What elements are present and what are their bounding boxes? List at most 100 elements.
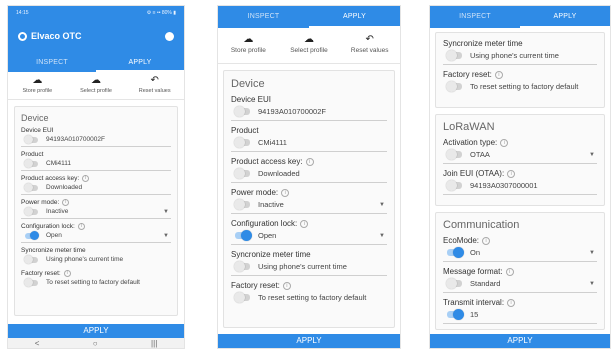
info-icon[interactable]: i xyxy=(300,219,309,228)
sync-time-field[interactable]: Using phone's current time xyxy=(21,254,171,266)
join-eui-label: Join EUI (OTAA): i xyxy=(443,169,597,178)
sync-time-toggle[interactable] xyxy=(24,255,38,264)
account-icon[interactable] xyxy=(165,31,174,41)
cloud-upload-icon: ☁ xyxy=(32,75,43,86)
tab-inspect[interactable]: INSPECT xyxy=(8,52,96,72)
activation-type-select[interactable]: OTAA ▼ xyxy=(443,147,597,164)
power-mode-select[interactable]: Inactive ▼ xyxy=(231,197,387,214)
sync-time-field[interactable]: Using phone's current time xyxy=(231,259,387,276)
device-eui-field[interactable]: 94193A010700002F xyxy=(231,104,387,121)
factory-reset-toggle[interactable] xyxy=(234,292,250,303)
ecomode-toggle[interactable] xyxy=(447,247,464,258)
tab-apply[interactable]: APPLY xyxy=(309,6,400,28)
access-key-toggle[interactable] xyxy=(24,183,38,192)
product-toggle[interactable] xyxy=(234,137,250,148)
lorawan-section-title: LoRaWAN xyxy=(443,121,495,133)
back-icon[interactable]: < xyxy=(35,339,40,348)
info-icon[interactable]: i xyxy=(77,223,85,230)
power-mode-toggle[interactable] xyxy=(24,207,38,216)
info-icon[interactable]: i xyxy=(500,138,509,147)
store-profile-button[interactable]: ☁ Store profile xyxy=(8,72,67,99)
info-icon[interactable]: i xyxy=(282,281,291,290)
config-lock-toggle[interactable] xyxy=(235,230,252,241)
tab-apply[interactable]: APPLY xyxy=(96,52,184,72)
access-key-field[interactable]: Downloaded xyxy=(21,182,171,195)
info-icon[interactable]: i xyxy=(505,267,514,276)
join-eui-toggle[interactable] xyxy=(446,180,462,191)
factory-reset-field[interactable]: To reset setting to factory default xyxy=(231,290,387,306)
reset-values-button[interactable]: ↶ Reset values xyxy=(339,28,400,63)
device-eui-toggle[interactable] xyxy=(234,106,250,117)
status-icons: ⚙ ≡ •• 80% ▮ xyxy=(146,10,176,16)
info-icon[interactable]: i xyxy=(494,70,503,79)
info-icon[interactable]: i xyxy=(63,270,71,277)
config-lock-select[interactable]: Open ▼ xyxy=(21,230,171,243)
activation-type-toggle[interactable] xyxy=(446,149,462,160)
product-label: Product xyxy=(21,151,44,158)
select-profile-button[interactable]: ☁ Select profile xyxy=(279,28,340,63)
select-profile-button[interactable]: ☁ Select profile xyxy=(67,72,126,99)
power-mode-text: Power mode: xyxy=(231,188,279,197)
power-mode-select[interactable]: Inactive ▼ xyxy=(21,206,171,219)
product-field[interactable]: CMi4111 xyxy=(21,158,171,171)
tab-bar: INSPECT APPLY xyxy=(430,6,610,28)
config-lock-toggle[interactable] xyxy=(25,231,39,240)
tab-apply[interactable]: APPLY xyxy=(520,6,610,28)
join-eui-field[interactable]: 94193A0307000001 xyxy=(443,178,597,195)
home-icon[interactable]: ○ xyxy=(93,339,98,348)
power-mode-text: Power mode: xyxy=(21,199,60,206)
app-logo-icon xyxy=(18,31,27,41)
store-profile-button[interactable]: ☁ Store profile xyxy=(218,28,279,63)
factory-reset-field[interactable]: To reset setting to factory default xyxy=(443,79,597,95)
chevron-down-icon: ▼ xyxy=(379,232,385,239)
sync-time-toggle[interactable] xyxy=(234,261,250,272)
apply-button[interactable]: APPLY xyxy=(218,334,400,348)
info-icon[interactable]: i xyxy=(482,236,491,245)
power-mode-toggle[interactable] xyxy=(234,199,250,210)
access-key-field[interactable]: Downloaded xyxy=(231,166,387,183)
sync-time-field[interactable]: Using phone's current time xyxy=(443,48,597,65)
product-value: CMi4111 xyxy=(258,138,287,147)
info-icon[interactable]: i xyxy=(507,298,516,307)
device-eui-toggle[interactable] xyxy=(24,135,38,144)
factory-reset-field[interactable]: To reset setting to factory default xyxy=(21,277,171,289)
info-icon[interactable]: i xyxy=(62,199,70,206)
undo-icon: ↶ xyxy=(150,75,159,86)
factory-reset-label: Factory reset: i xyxy=(443,70,597,79)
transmit-interval-value: 15 xyxy=(470,310,479,319)
lorawan-card: LoRaWAN Activation type: i OTAA ▼ Join EUI… xyxy=(435,114,605,206)
device-eui-label: Device EUI xyxy=(21,127,54,134)
device-card: Device Device EUI 94193A010700002F Produ… xyxy=(223,70,395,328)
product-field[interactable]: CMi4111 xyxy=(231,135,387,152)
device-card: Device Device EUI 94193A010700002F Produ… xyxy=(14,106,178,316)
apply-button[interactable]: APPLY xyxy=(8,324,184,338)
factory-reset-toggle[interactable] xyxy=(24,278,38,287)
product-toggle[interactable] xyxy=(24,159,38,168)
factory-reset-value: To reset setting to factory default xyxy=(470,82,579,91)
device-eui-field[interactable]: 94193A010700002F xyxy=(21,134,171,147)
toolbar: ☁ Store profile ☁ Select profile ↶ Reset va… xyxy=(8,72,184,100)
ecomode-select[interactable]: On ▼ xyxy=(443,245,597,262)
transmit-interval-toggle[interactable] xyxy=(447,309,464,320)
info-icon[interactable]: i xyxy=(82,175,90,182)
sync-time-label: Syncronize meter time xyxy=(21,247,86,254)
power-mode-value: Inactive xyxy=(46,208,69,215)
message-format-value: Standard xyxy=(470,279,501,288)
transmit-interval-field[interactable]: 15 xyxy=(443,307,597,324)
sync-time-toggle[interactable] xyxy=(446,50,462,61)
config-lock-label: Configuration lock: i xyxy=(21,223,171,230)
message-format-select[interactable]: Standard ▼ xyxy=(443,276,597,293)
info-icon[interactable]: i xyxy=(507,169,516,178)
status-bar: 14:15 ⚙ ≡ •• 80% ▮ xyxy=(8,6,184,20)
factory-reset-toggle[interactable] xyxy=(446,81,462,92)
message-format-toggle[interactable] xyxy=(446,278,462,289)
access-key-toggle[interactable] xyxy=(234,168,250,179)
tab-inspect[interactable]: INSPECT xyxy=(430,6,520,28)
tab-inspect[interactable]: INSPECT xyxy=(218,6,309,28)
recents-icon[interactable]: ||| xyxy=(151,339,157,348)
apply-button[interactable]: APPLY xyxy=(430,334,610,348)
info-icon[interactable]: i xyxy=(281,188,290,197)
info-icon[interactable]: i xyxy=(305,157,314,166)
config-lock-select[interactable]: Open ▼ xyxy=(231,228,387,245)
reset-values-button[interactable]: ↶ Reset values xyxy=(125,72,184,99)
